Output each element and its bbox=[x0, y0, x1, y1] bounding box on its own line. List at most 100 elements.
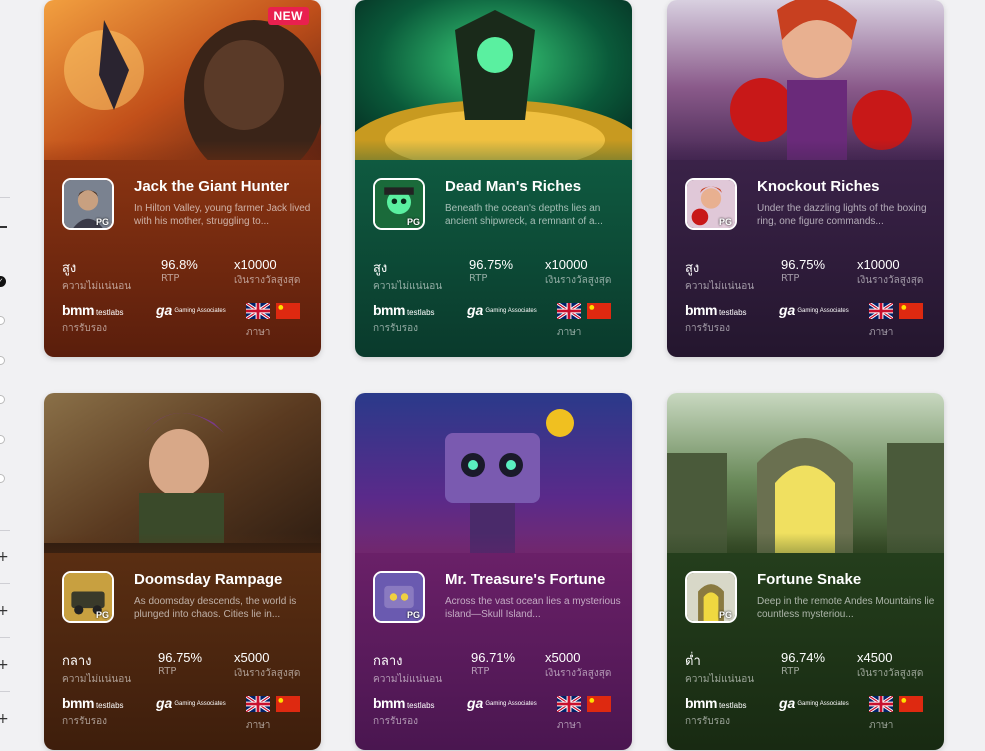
volatility-stat: กลาง ความไม่แน่นอน bbox=[62, 653, 132, 685]
uk-flag-icon bbox=[869, 303, 893, 319]
china-flag-icon bbox=[899, 696, 923, 712]
volatility-stat: สูง ความไม่แน่นอน bbox=[373, 260, 443, 292]
ga-logo: ga Gaming Associates bbox=[779, 302, 849, 318]
certification: bmm testlabs การรับรอง bbox=[62, 302, 124, 334]
card-body: PG Dead Man's Riches Beneath the ocean's… bbox=[355, 160, 632, 357]
certification: bmm testlabs การรับรอง bbox=[373, 695, 435, 727]
game-title[interactable]: Doomsday Rampage bbox=[134, 571, 282, 588]
game-title[interactable]: Dead Man's Riches bbox=[445, 178, 581, 195]
china-flag-icon bbox=[899, 303, 923, 319]
game-description: In Hilton Valley, young farmer Jack live… bbox=[134, 203, 311, 227]
volatility-stat: ต่ำ ความไม่แน่นอน bbox=[685, 653, 755, 685]
rtp-stat: 96.75% RTP bbox=[781, 257, 826, 284]
china-flag-icon bbox=[276, 696, 300, 712]
game-thumbnail: PG bbox=[685, 178, 737, 230]
game-card[interactable]: PG Doomsday Rampage As doomsday descends… bbox=[44, 393, 321, 750]
bmm-logo: bmm testlabs bbox=[62, 302, 124, 318]
china-flag-icon bbox=[587, 303, 611, 319]
game-thumbnail: PG bbox=[685, 571, 737, 623]
bmm-logo: bmm testlabs bbox=[62, 695, 124, 711]
ga-logo: ga Gaming Associates bbox=[156, 302, 226, 318]
filter-sidebar-edge: ✓ + + + + bbox=[0, 0, 14, 751]
uk-flag-icon bbox=[869, 696, 893, 712]
sidebar-divider bbox=[0, 197, 10, 198]
sidebar-divider bbox=[0, 637, 10, 638]
ga-logo: ga Gaming Associates bbox=[779, 695, 849, 711]
max-win-stat: x10000 เงินรางวัลสูงสุด bbox=[857, 257, 924, 286]
uk-flag-icon bbox=[557, 696, 581, 712]
card-body: PG Jack the Giant Hunter In Hilton Valle… bbox=[44, 160, 321, 357]
volatility-stat: กลาง ความไม่แน่นอน bbox=[373, 653, 443, 685]
expand-plus-icon[interactable]: + bbox=[0, 604, 9, 618]
filter-radio[interactable] bbox=[0, 356, 5, 365]
ga-logo: ga Gaming Associates bbox=[467, 302, 537, 318]
card-body: PG Knockout Riches Under the dazzling li… bbox=[667, 160, 944, 357]
bmm-logo: bmm testlabs bbox=[685, 695, 747, 711]
filter-radio[interactable] bbox=[0, 316, 5, 325]
filter-radio[interactable] bbox=[0, 435, 5, 444]
max-win-stat: x4500 เงินรางวัลสูงสุด bbox=[857, 650, 924, 679]
game-card[interactable]: PG Fortune Snake Deep in the remote Ande… bbox=[667, 393, 944, 750]
collapse-toggle[interactable] bbox=[0, 226, 7, 228]
volatility-stat: สูง ความไม่แน่นอน bbox=[62, 260, 132, 292]
game-description: Deep in the remote Andes Mountains lie c… bbox=[757, 596, 935, 620]
volatility-stat: สูง ความไม่แน่นอน bbox=[685, 260, 755, 292]
game-title[interactable]: Fortune Snake bbox=[757, 571, 861, 588]
languages: ภาษา bbox=[869, 303, 929, 340]
certification: bmm testlabs การรับรอง bbox=[685, 302, 747, 334]
languages: ภาษา bbox=[246, 303, 306, 340]
sidebar-divider bbox=[0, 530, 10, 531]
card-body: PG Mr. Treasure's Fortune Across the vas… bbox=[355, 553, 632, 750]
new-badge: NEW bbox=[267, 7, 309, 25]
sidebar-divider bbox=[0, 583, 10, 584]
expand-plus-icon[interactable]: + bbox=[0, 658, 9, 672]
game-description: Under the dazzling lights of the boxing … bbox=[757, 203, 927, 227]
game-card[interactable]: NEW PG Jack the Giant Hunter In Hilton V… bbox=[44, 0, 321, 357]
card-body: PG Doomsday Rampage As doomsday descends… bbox=[44, 553, 321, 750]
max-win-stat: x5000 เงินรางวัลสูงสุด bbox=[545, 650, 612, 679]
bmm-logo: bmm testlabs bbox=[373, 695, 435, 711]
languages: ภาษา bbox=[557, 696, 617, 733]
ga-logo: ga Gaming Associates bbox=[467, 695, 537, 711]
languages: ภาษา bbox=[557, 303, 617, 340]
game-description: Beneath the ocean's depths lies an ancie… bbox=[445, 203, 603, 227]
game-description: Across the vast ocean lies a mysterious … bbox=[445, 596, 621, 620]
game-description: As doomsday descends, the world is plung… bbox=[134, 596, 297, 620]
rtp-stat: 96.75% RTP bbox=[158, 650, 203, 677]
card-body: PG Fortune Snake Deep in the remote Ande… bbox=[667, 553, 944, 750]
sidebar-divider bbox=[0, 691, 10, 692]
certification: bmm testlabs การรับรอง bbox=[373, 302, 435, 334]
ga-logo: ga Gaming Associates bbox=[156, 695, 226, 711]
certification: bmm testlabs การรับรอง bbox=[685, 695, 747, 727]
game-thumbnail: PG bbox=[62, 178, 114, 230]
game-card[interactable]: PG Dead Man's Riches Beneath the ocean's… bbox=[355, 0, 632, 357]
game-thumbnail: PG bbox=[373, 178, 425, 230]
rtp-stat: 96.75% RTP bbox=[469, 257, 514, 284]
max-win-stat: x10000 เงินรางวัลสูงสุด bbox=[545, 257, 612, 286]
rtp-stat: 96.71% RTP bbox=[471, 650, 516, 677]
expand-plus-icon[interactable]: + bbox=[0, 712, 9, 726]
game-card[interactable]: PG Knockout Riches Under the dazzling li… bbox=[667, 0, 944, 357]
game-thumbnail: PG bbox=[62, 571, 114, 623]
game-card[interactable]: PG Mr. Treasure's Fortune Across the vas… bbox=[355, 393, 632, 750]
game-title[interactable]: Mr. Treasure's Fortune bbox=[445, 571, 605, 588]
rtp-stat: 96.74% RTP bbox=[781, 650, 826, 677]
bmm-logo: bmm testlabs bbox=[685, 302, 747, 318]
languages: ภาษา bbox=[246, 696, 306, 733]
uk-flag-icon bbox=[246, 303, 270, 319]
game-title[interactable]: Knockout Riches bbox=[757, 178, 880, 195]
max-win-stat: x5000 เงินรางวัลสูงสุด bbox=[234, 650, 301, 679]
uk-flag-icon bbox=[557, 303, 581, 319]
bmm-logo: bmm testlabs bbox=[373, 302, 435, 318]
expand-plus-icon[interactable]: + bbox=[0, 550, 9, 564]
filter-radio-checked[interactable]: ✓ bbox=[0, 276, 6, 287]
china-flag-icon bbox=[276, 303, 300, 319]
game-thumbnail: PG bbox=[373, 571, 425, 623]
filter-radio[interactable] bbox=[0, 395, 5, 404]
china-flag-icon bbox=[587, 696, 611, 712]
languages: ภาษา bbox=[869, 696, 929, 733]
rtp-stat: 96.8% RTP bbox=[161, 257, 198, 284]
uk-flag-icon bbox=[246, 696, 270, 712]
game-title[interactable]: Jack the Giant Hunter bbox=[134, 178, 289, 195]
filter-radio[interactable] bbox=[0, 474, 5, 483]
